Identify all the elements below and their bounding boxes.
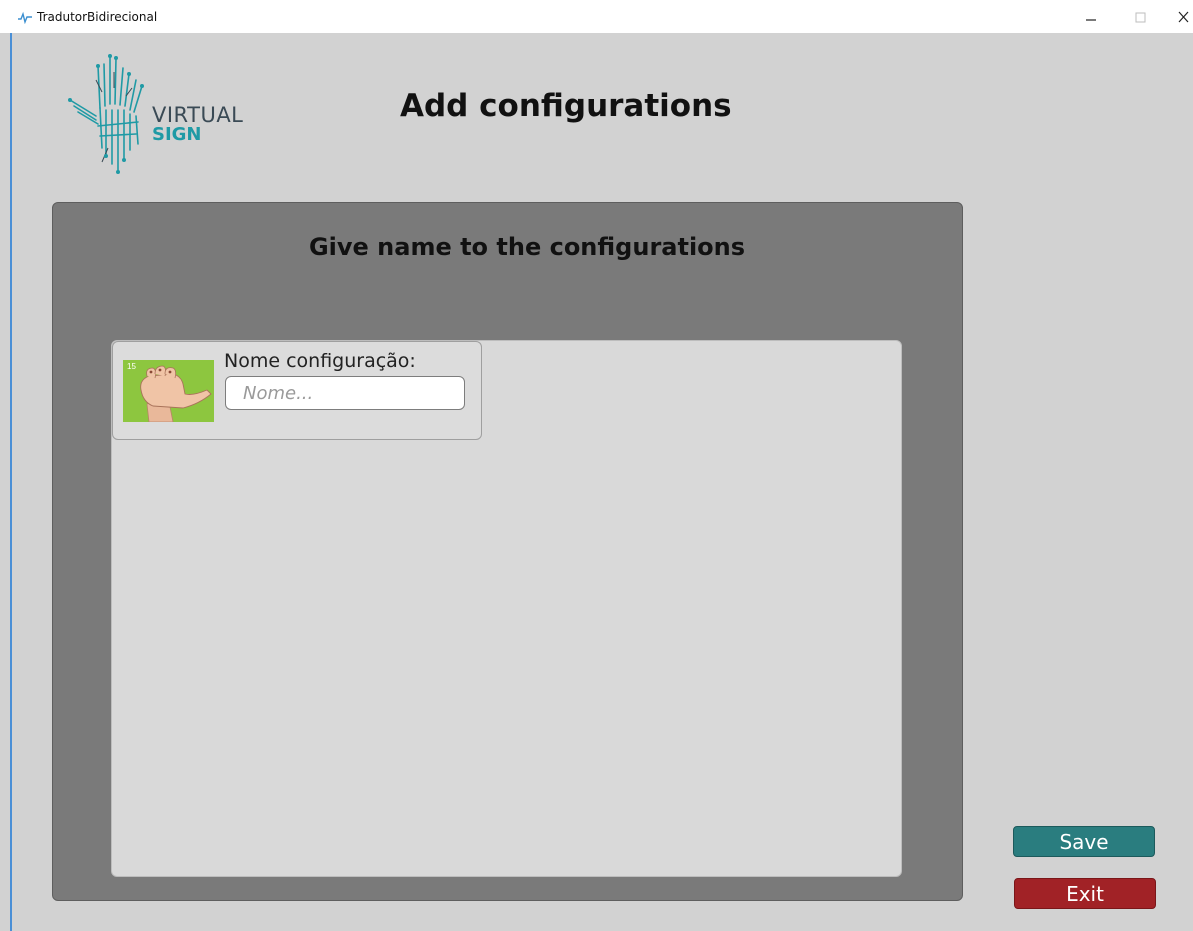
config-item: 15 Nome configuração: <box>112 341 482 440</box>
configurations-panel: Give name to the configurations 15 Nome … <box>52 202 963 901</box>
window-title: TradutorBidirecional <box>37 10 158 24</box>
configurations-list: 15 Nome configuração: <box>111 340 902 877</box>
config-name-label: Nome configuração: <box>224 350 416 372</box>
hand-sign-icon: 15 <box>123 360 214 422</box>
minimize-icon[interactable] <box>1078 6 1102 28</box>
exit-button[interactable]: Exit <box>1014 878 1156 909</box>
logo-text-sign: SIGN <box>152 124 202 145</box>
page-title: Add configurations <box>400 88 732 124</box>
maximize-icon[interactable] <box>1128 6 1152 28</box>
window-titlebar: TradutorBidirecional <box>0 0 1193 33</box>
config-name-input[interactable] <box>225 376 465 410</box>
panel-title: Give name to the configurations <box>308 233 746 261</box>
window-left-border <box>10 33 12 931</box>
signal-icon <box>18 11 32 24</box>
close-icon[interactable] <box>1174 6 1193 28</box>
save-button[interactable]: Save <box>1013 826 1155 857</box>
